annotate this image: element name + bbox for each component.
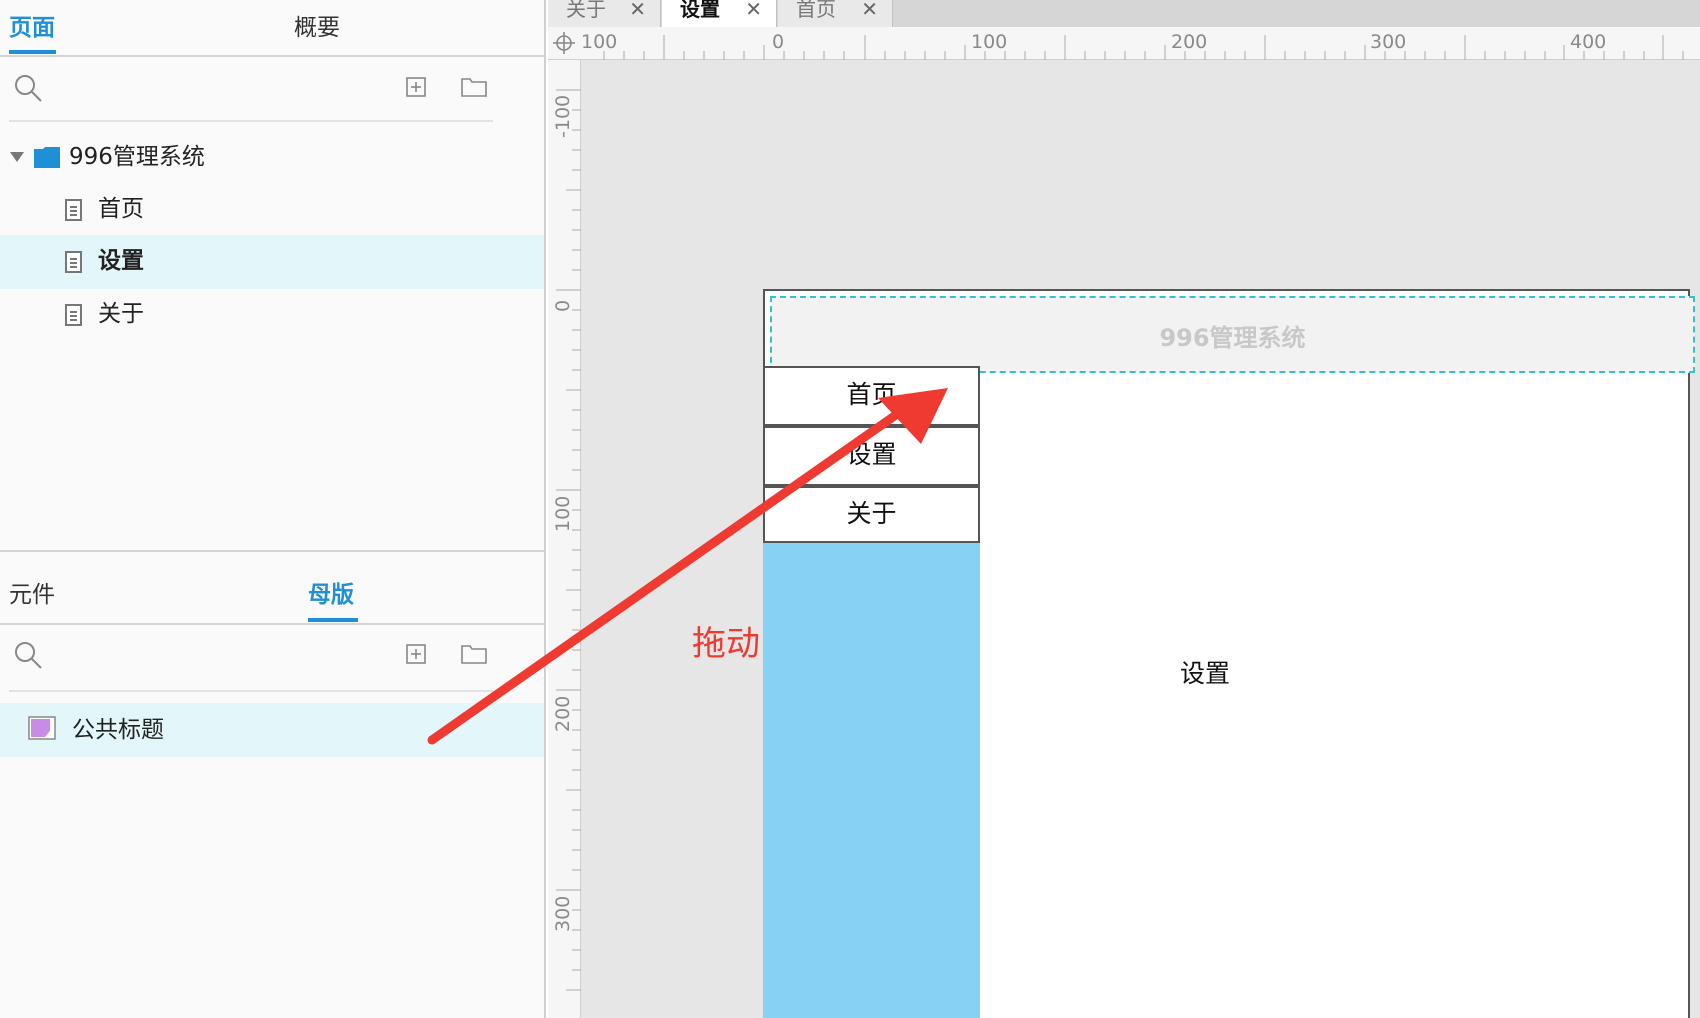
ruler-label: 200 <box>1171 31 1208 53</box>
ruler-vertical: -100 0 100 200 300 <box>548 60 581 1018</box>
divider <box>0 55 544 57</box>
add-folder-icon[interactable] <box>461 76 487 97</box>
divider <box>9 120 493 122</box>
doc-tab-label: 关于 <box>566 0 606 21</box>
tab-widgets[interactable]: 元件 <box>9 580 55 610</box>
master-icon <box>28 716 56 740</box>
document-tab-bar: 关于 ✕ 设置 ✕ 首页 ✕ <box>548 0 1700 27</box>
add-master-icon[interactable] <box>406 644 426 664</box>
tree-page-item[interactable]: 首页 <box>0 182 544 236</box>
search-icon[interactable] <box>13 640 43 670</box>
ruler-label: 300 <box>1370 31 1407 53</box>
master-header-selected[interactable]: 996管理系统 <box>770 296 1695 373</box>
caret-down-icon[interactable] <box>10 152 24 162</box>
section-divider <box>0 550 544 552</box>
drag-annotation-label: 拖动 <box>692 624 760 664</box>
ruler-label: 0 <box>552 299 574 312</box>
ruler-label: 200 <box>552 695 574 732</box>
doc-tab-settings[interactable]: 设置 ✕ <box>662 0 777 27</box>
divider <box>0 623 544 625</box>
close-icon[interactable]: ✕ <box>629 0 646 19</box>
tab-pages-underline <box>9 50 56 54</box>
tree-folder-label: 996管理系统 <box>69 144 205 170</box>
tab-masters[interactable]: 母版 <box>308 580 354 610</box>
tree-page-item-selected[interactable]: 设置 <box>0 235 544 289</box>
folder-icon <box>34 147 60 168</box>
search-icon[interactable] <box>13 73 43 103</box>
nav-item-settings[interactable]: 设置 <box>763 426 980 486</box>
ruler-ticks-horizontal <box>603 35 1684 60</box>
add-folder-icon[interactable] <box>461 643 487 664</box>
page-icon <box>65 304 82 326</box>
tree-page-label: 关于 <box>98 301 144 327</box>
doc-tab-about[interactable]: 关于 ✕ <box>548 0 661 27</box>
close-icon[interactable]: ✕ <box>861 0 878 19</box>
ruler-label: 400 <box>1570 31 1607 53</box>
master-item-label: 公共标题 <box>72 717 164 743</box>
nav-item-home[interactable]: 首页 <box>763 366 980 426</box>
doc-tab-home[interactable]: 首页 ✕ <box>778 0 893 27</box>
nav-item-about[interactable]: 关于 <box>763 486 980 543</box>
tree-page-label: 首页 <box>98 196 144 222</box>
left-panel: 页面 概要 996管理系统 首页 设置 关于 元件 母版 公共标题 <box>0 0 546 1018</box>
doc-tab-label: 首页 <box>796 0 836 21</box>
ruler-ticks-vertical <box>556 89 581 991</box>
tab-outline[interactable]: 概要 <box>294 13 340 43</box>
content-label: 设置 <box>1180 659 1231 688</box>
divider <box>9 690 493 692</box>
ruler-label: 100 <box>971 31 1008 53</box>
tree-folder-row[interactable]: 996管理系统 <box>0 130 544 184</box>
page-icon <box>65 251 82 273</box>
crosshair-icon[interactable] <box>553 32 575 54</box>
ruler-label: 100 <box>581 31 618 53</box>
add-page-icon[interactable] <box>406 77 426 97</box>
tree-page-label: 设置 <box>98 248 144 274</box>
sidebar-background[interactable] <box>763 543 980 1018</box>
ruler-label: -100 <box>552 94 574 138</box>
tree-page-item[interactable]: 关于 <box>0 288 544 342</box>
master-item-selected[interactable]: 公共标题 <box>0 703 544 757</box>
ruler-horizontal: 100 0 100 200 300 400 <box>548 27 1700 60</box>
ruler-label: 100 <box>552 495 574 532</box>
page-icon <box>65 199 82 221</box>
ruler-label: 300 <box>552 895 574 932</box>
close-icon[interactable]: ✕ <box>745 0 762 19</box>
tab-pages[interactable]: 页面 <box>9 13 55 43</box>
doc-tab-label: 设置 <box>680 0 720 21</box>
master-header-title: 996管理系统 <box>1159 324 1306 352</box>
ruler-label: 0 <box>772 31 785 53</box>
tab-masters-underline <box>308 618 358 622</box>
